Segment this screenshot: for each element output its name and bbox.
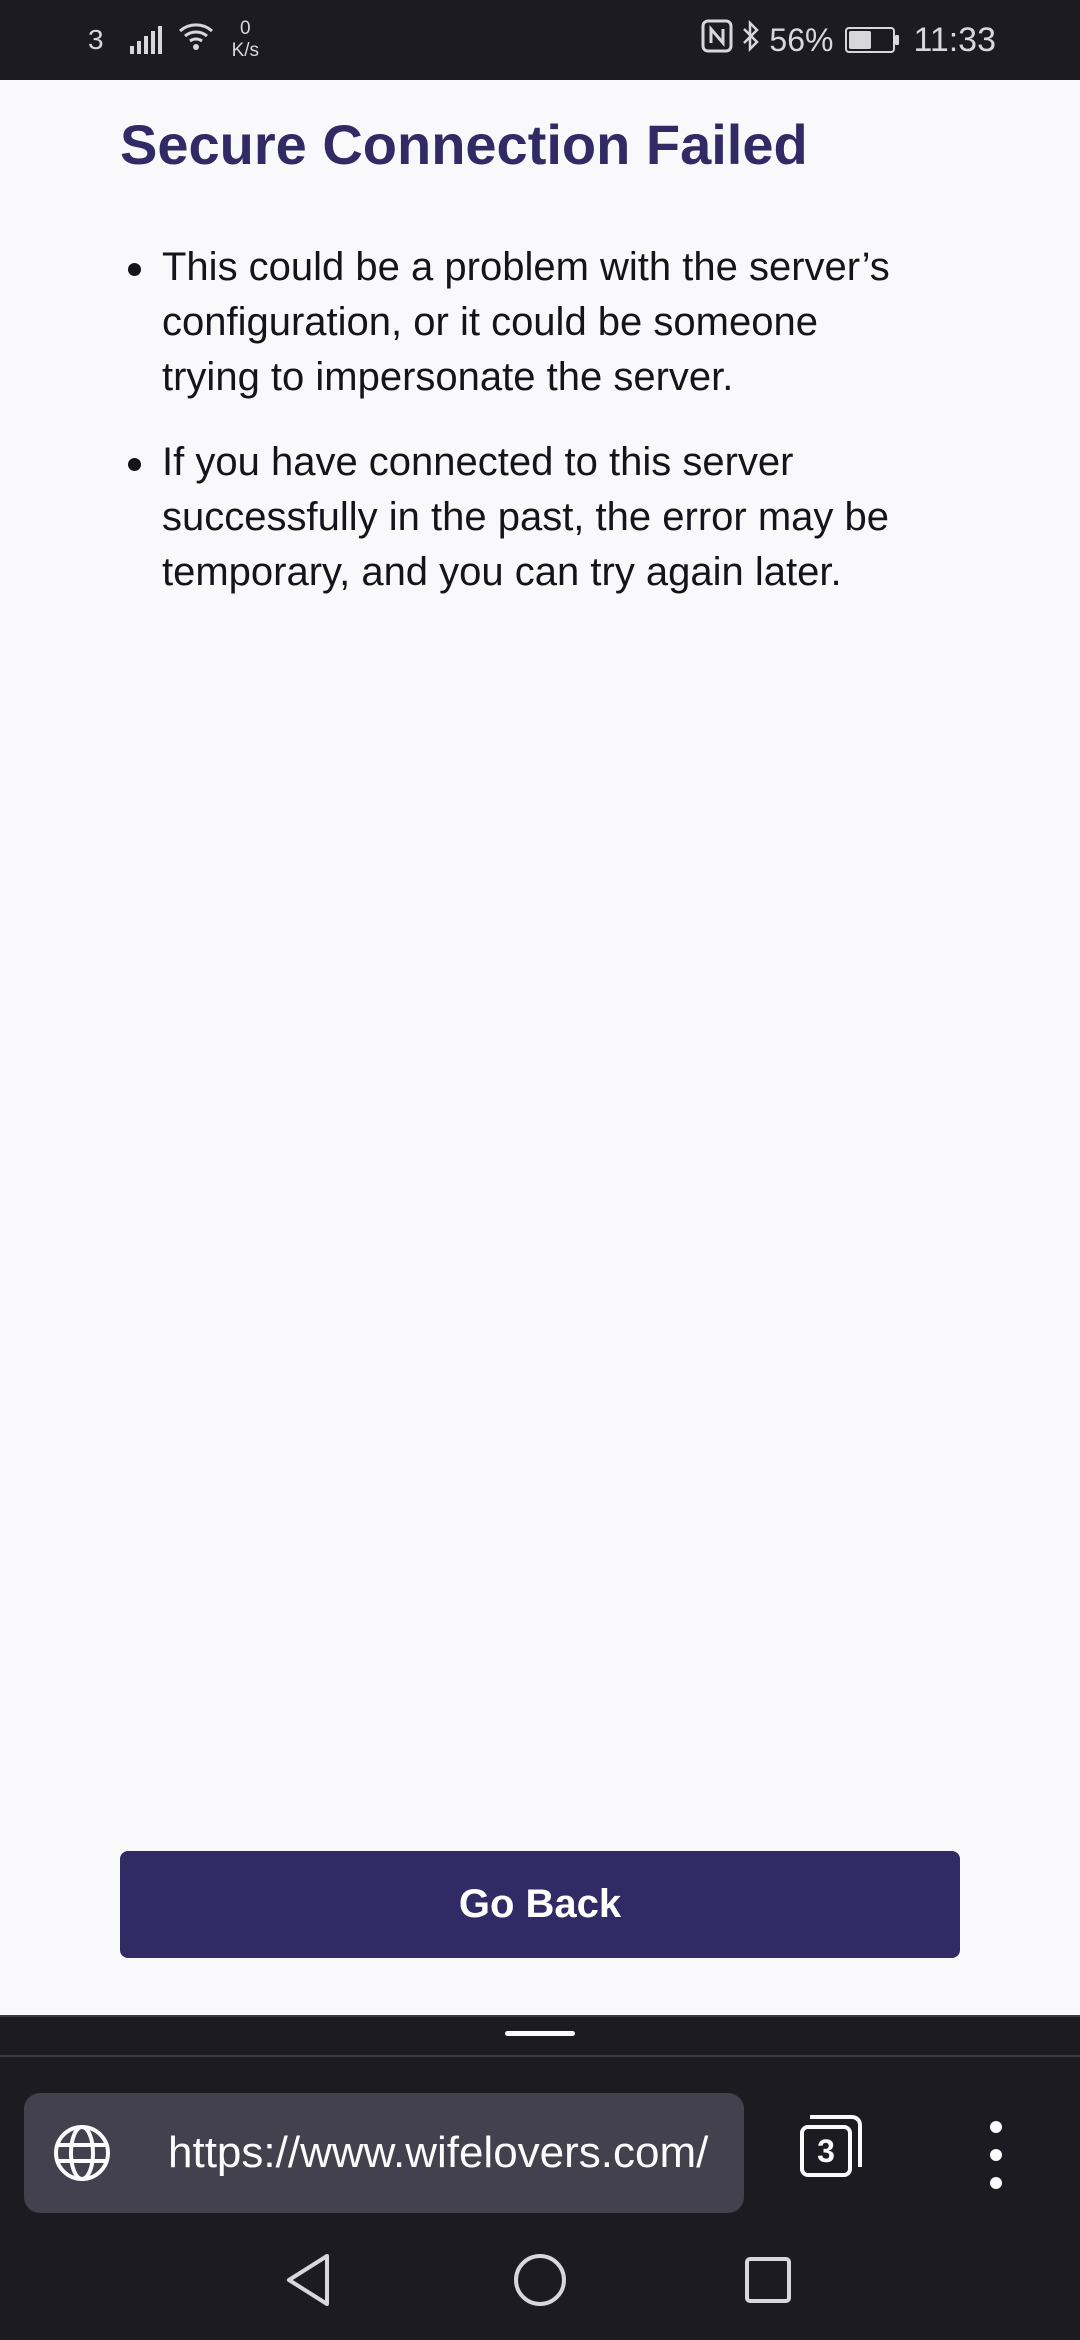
system-nav-bar (0, 2220, 1080, 2340)
speed-unit: K/s (231, 40, 260, 61)
error-page: Secure Connection Failed This could be a… (0, 80, 1080, 2015)
more-vertical-icon[interactable] (976, 2117, 1016, 2193)
bullet-icon (128, 458, 141, 471)
nfc-icon (701, 19, 733, 61)
wifi-icon (176, 20, 216, 60)
back-triangle-icon[interactable] (249, 2220, 369, 2340)
go-back-button[interactable]: Go Back (120, 1851, 960, 1958)
toolbar-drag-area[interactable] (0, 2015, 1080, 2057)
home-circle-icon[interactable] (480, 2220, 600, 2340)
status-left: 3 0 K/s (88, 0, 259, 80)
toolbar-main: https://www.wifelovers.com/ 3 (0, 2055, 1080, 2222)
globe-icon[interactable] (52, 2123, 112, 2183)
battery-percent: 56% (769, 21, 834, 58)
speed-value: 0 (240, 18, 251, 39)
url-bar[interactable]: https://www.wifelovers.com/ (24, 2093, 744, 2213)
bullet-icon (128, 263, 141, 276)
drag-handle[interactable] (505, 2031, 575, 2036)
recents-square-icon[interactable] (708, 2220, 828, 2340)
url-text[interactable]: https://www.wifelovers.com/ (168, 2093, 744, 2213)
signal-icon (129, 26, 162, 54)
clock: 11:33 (913, 20, 996, 59)
status-right: 56% 11:33 (701, 0, 996, 80)
network-speed: 0 K/s (232, 18, 259, 62)
bullet-text: This could be a problem with the server’… (162, 245, 890, 399)
browser-toolbar: https://www.wifelovers.com/ 3 (0, 2015, 1080, 2222)
list-item: This could be a problem with the server’… (120, 240, 900, 405)
page-title: Secure Connection Failed (120, 113, 808, 176)
bluetooth-icon (741, 19, 761, 61)
carrier-label: 3 (88, 24, 104, 55)
status-bar: 3 0 K/s 56% 11:33 (0, 0, 1080, 80)
battery-icon (845, 27, 900, 53)
error-details-list: This could be a problem with the server’… (120, 240, 900, 630)
tab-count[interactable]: 3 (800, 2125, 852, 2177)
list-item: If you have connected to this server suc… (120, 435, 900, 600)
bullet-text: If you have connected to this server suc… (162, 440, 889, 594)
battery-fill (849, 31, 871, 49)
